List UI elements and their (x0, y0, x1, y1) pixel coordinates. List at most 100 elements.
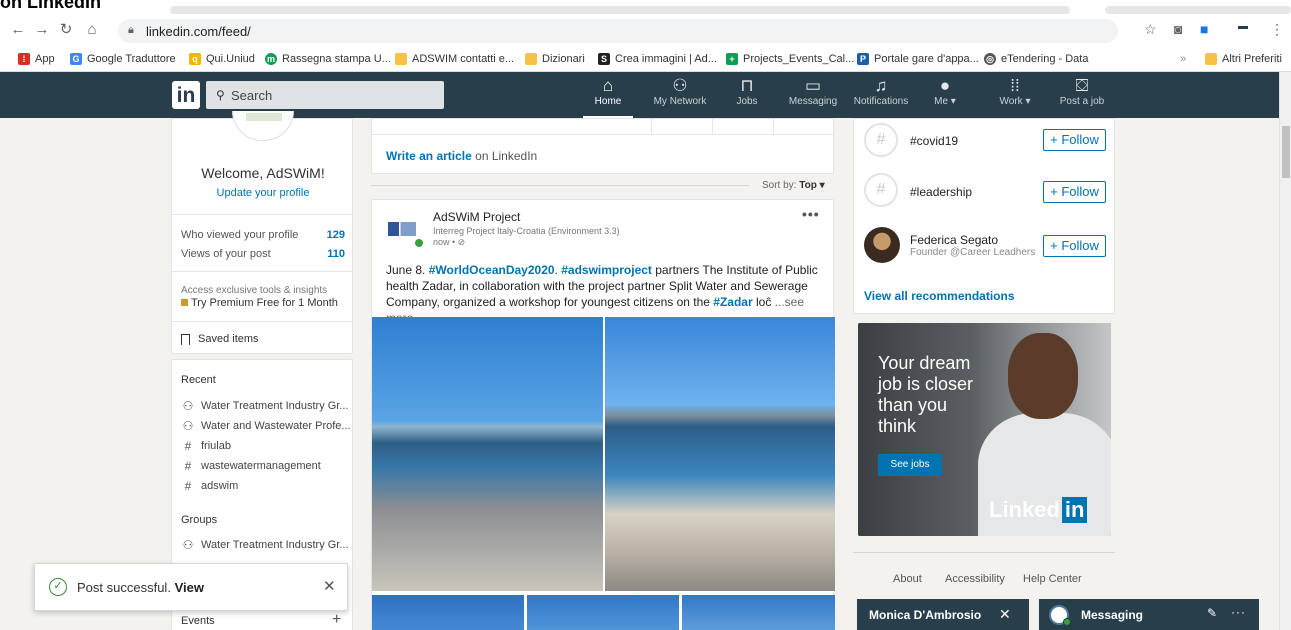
logo-in: in (1061, 497, 1088, 523)
close-icon[interactable]: ✕ (999, 606, 1011, 623)
ad-person-face (1008, 333, 1078, 419)
bookmark-altri-preferiti[interactable]: Altri Preferiti (1205, 51, 1282, 67)
reco-subtitle: Founder @Career Leadhers (910, 247, 1036, 258)
forward-icon[interactable]: → (32, 20, 52, 40)
update-profile-link[interactable]: Update your profile (172, 187, 354, 199)
try-premium-link[interactable]: Try Premium Free for 1 Month (181, 297, 338, 309)
bookmark-google-translate[interactable]: G Google Traduttore (70, 51, 176, 67)
home-browser-icon[interactable]: ⌂ (82, 20, 102, 40)
post-author[interactable]: AdSWiM Project (433, 210, 520, 224)
divider (172, 271, 352, 272)
sort-dropdown[interactable]: Sort by: Top ▾ (762, 180, 825, 191)
ad-linkedin-logo: Linked in (989, 497, 1088, 523)
linkedin-logo[interactable]: in (172, 81, 200, 109)
kebab-menu-icon[interactable]: ⋮ (1270, 21, 1284, 38)
recent-label: Water Treatment Industry Gr... (201, 400, 349, 412)
avatar[interactable] (864, 227, 900, 263)
compose-icon[interactable]: ✎ (1207, 606, 1217, 620)
folder-icon (1205, 53, 1217, 65)
profile-avatar[interactable] (232, 111, 294, 141)
footer-about[interactable]: About (893, 573, 922, 585)
bookmark-dizionari[interactable]: Dizionari (525, 51, 585, 67)
post-photo[interactable] (605, 317, 835, 591)
post-hashtag[interactable]: #WorldOceanDay2020 (429, 263, 555, 277)
star-icon[interactable]: ☆ (1144, 21, 1157, 38)
page-scrollbar[interactable] (1279, 72, 1291, 630)
reco-name[interactable]: #covid19 (910, 134, 958, 148)
bookmark-projects-events[interactable]: + Projects_Events_Cal... (726, 51, 854, 67)
post-photo[interactable] (372, 317, 603, 591)
browser-tab-extra[interactable] (1105, 6, 1291, 14)
post-options-icon[interactable]: ••• (802, 206, 820, 222)
nav-jobs[interactable]: ⊓ Jobs (726, 76, 768, 116)
messaging-bar[interactable]: Messaging ✎ ··· (1039, 599, 1259, 630)
nav-home[interactable]: ⌂ Home (583, 76, 633, 118)
recent-item[interactable]: ⚇ Water Treatment Industry Gr... (181, 399, 349, 413)
stat-post-views[interactable]: Views of your post 110 (181, 248, 345, 260)
nav-messaging[interactable]: ▭ Messaging (785, 76, 841, 116)
nav-me[interactable]: ● Me ▾ (922, 76, 968, 116)
scrollbar-thumb[interactable] (1282, 126, 1290, 178)
bookmark-crea-immagini[interactable]: S Crea immagini | Ad... (598, 51, 717, 67)
more-icon[interactable]: ··· (1231, 605, 1246, 619)
nav-my-network[interactable]: ⚇ My Network (648, 76, 712, 116)
spark-icon: S (598, 53, 610, 65)
globe-icon: ◎ (984, 53, 996, 65)
chat-window-tab[interactable]: Monica D'Ambrosio ✕ (857, 599, 1029, 630)
browser-tab[interactable] (170, 6, 1070, 14)
footer-help-center[interactable]: Help Center (1023, 573, 1082, 585)
search-input[interactable]: ⚲ Search (206, 81, 444, 109)
post-photo[interactable] (372, 595, 524, 630)
recent-item[interactable]: # adswim (181, 479, 239, 493)
camera-icon[interactable]: ◙ (1174, 21, 1182, 37)
bookmark-rassegna[interactable]: m Rassegna stampa U... (265, 51, 391, 67)
follow-button[interactable]: + Follow (1043, 235, 1106, 257)
recommendations-card: # #covid19 + Follow # #leadership + Foll… (853, 118, 1115, 314)
saved-items-link[interactable]: Saved items (181, 333, 259, 345)
back-icon[interactable]: ← (8, 20, 28, 40)
portal-icon: P (857, 53, 869, 65)
follow-button[interactable]: + Follow (1043, 129, 1106, 151)
nav-work[interactable]: ⁞⁞ Work ▾ (990, 76, 1040, 116)
profile-chip-icon[interactable]: ▬ (1238, 21, 1248, 32)
bookmark-etendering[interactable]: ◎ eTendering - Data (984, 51, 1088, 67)
view-all-recommendations-link[interactable]: View all recommendations (864, 289, 1015, 303)
write-article-link[interactable]: Write an article on LinkedIn (386, 149, 537, 163)
reco-name[interactable]: Federica Segato (910, 233, 998, 247)
toast-view-link[interactable]: View (175, 580, 204, 595)
close-icon[interactable]: ✕ (323, 577, 336, 595)
groups-title[interactable]: Groups (181, 514, 217, 526)
events-title[interactable]: Events (181, 615, 215, 627)
job-ad[interactable]: Your dream job is closer than you think … (858, 323, 1111, 536)
recent-item[interactable]: # friulab (181, 439, 231, 453)
reload-icon[interactable]: ↻ (56, 20, 76, 40)
divider (712, 119, 713, 135)
bookmarks-overflow-icon[interactable]: » (1180, 51, 1186, 67)
stat-who-viewed[interactable]: Who viewed your profile 129 (181, 229, 345, 241)
premium-teaser: Access exclusive tools & insights (181, 285, 328, 296)
bookmark-adswim-contatti[interactable]: ADSWIM contatti e... (395, 51, 514, 67)
nav-notifications[interactable]: ♫ Notifications (850, 76, 912, 116)
extension-icon[interactable]: ■ (1200, 21, 1208, 37)
post-hashtag[interactable]: #adswimproject (561, 263, 652, 277)
bookmark-apps[interactable]: ⁞ App (18, 51, 55, 67)
group-item[interactable]: ⚇ Water Treatment Industry Gr... (181, 538, 349, 552)
bookmark-label: Projects_Events_Cal... (743, 53, 855, 65)
post-photo[interactable] (682, 595, 835, 630)
reco-name[interactable]: #leadership (910, 185, 972, 199)
post-photo[interactable] (527, 595, 679, 630)
recent-item[interactable]: ⚇ Water and Wastewater Profe... (181, 419, 351, 433)
bookmark-portale-gare[interactable]: P Portale gare d'appa... (857, 51, 979, 67)
footer-accessibility[interactable]: Accessibility (945, 573, 1005, 585)
post-author-logo[interactable] (388, 222, 416, 236)
nav-post-job[interactable]: ⛋ Post a job (1054, 76, 1110, 116)
follow-button[interactable]: + Follow (1043, 181, 1106, 203)
share-box: Write an article on LinkedIn (371, 118, 834, 174)
see-jobs-button[interactable]: See jobs (878, 454, 942, 476)
add-event-icon[interactable]: + (332, 611, 341, 629)
address-bar[interactable]: 🔒︎ linkedin.com/feed/ (118, 19, 1118, 43)
recent-item[interactable]: # wastewatermanagement (181, 459, 321, 473)
bookmark-qui-uniud[interactable]: q Qui.Uniud (189, 51, 255, 67)
post-hashtag[interactable]: #Zadar (713, 295, 752, 309)
stat-label: Views of your post (181, 248, 271, 260)
